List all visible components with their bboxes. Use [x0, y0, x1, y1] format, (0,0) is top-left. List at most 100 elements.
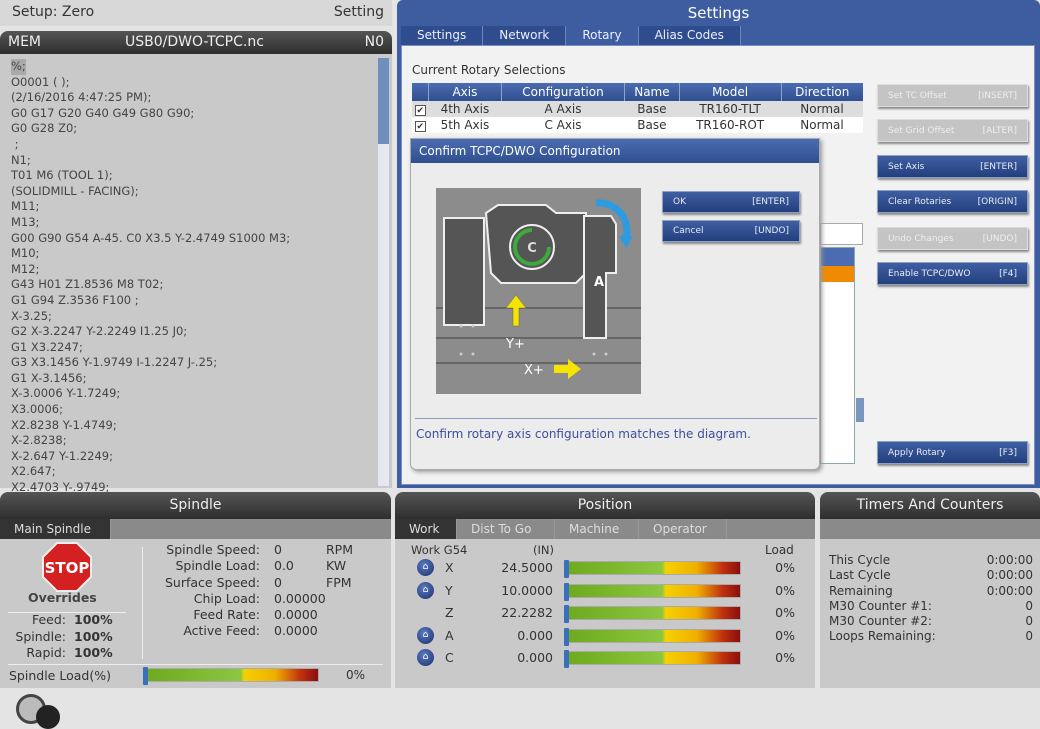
timer-value: 0 — [1025, 598, 1033, 613]
stat-label: Active Feed: — [183, 623, 260, 639]
tab-dist-to-go[interactable]: Dist To Go — [457, 519, 555, 539]
timer-label: This Cycle — [829, 553, 891, 567]
scrollbar-thumb[interactable] — [378, 58, 389, 144]
tab-machine[interactable]: Machine — [555, 519, 639, 539]
code-line[interactable]: G00 G90 G54 A-45. C0 X3.5 Y-2.4749 S1000… — [11, 231, 290, 247]
load-header: Load — [765, 543, 794, 557]
set-tc-offset-button[interactable]: Set TC Offset [INSERT] — [877, 84, 1028, 107]
axis-load: 0% — [775, 560, 795, 575]
stat-label: Feed Rate: — [193, 607, 260, 623]
cancel-label: Cancel — [673, 226, 704, 236]
axis-row: ⌂ X 24.5000 0% — [395, 558, 815, 578]
background-list[interactable] — [820, 247, 864, 464]
code-line[interactable]: N1; — [11, 153, 290, 169]
tab-settings[interactable]: Settings — [401, 26, 484, 45]
checkbox[interactable]: ✔ — [414, 105, 426, 116]
spindle-stat: Spindle Speed: 0 RPM — [150, 542, 353, 558]
code-line[interactable]: M10; — [11, 246, 290, 262]
stat-value: 0.0000 — [274, 623, 318, 639]
cancel-button[interactable]: Cancel [UNDO] — [662, 220, 800, 242]
axis-name: A — [445, 627, 454, 643]
code-line[interactable]: M13; — [11, 215, 290, 231]
position-panel: Position Work Dist To Go Machine Operator W… — [395, 492, 815, 688]
axis-load: 0% — [775, 650, 795, 665]
table-row[interactable]: ✔ 5th Axis C Axis Base TR160-ROT Normal — [412, 117, 863, 133]
tab-operator[interactable]: Operator — [639, 519, 727, 539]
stat-label: Chip Load: — [193, 590, 260, 606]
code-line[interactable]: (SOLIDMILL - FACING); — [11, 184, 290, 200]
apply-rotary-button[interactable]: Apply Rotary [F3] — [877, 441, 1028, 464]
code-line[interactable]: M11; — [11, 199, 290, 215]
table-cell: TR160-ROT — [696, 118, 765, 132]
code-line[interactable]: G0 G28 Z0; — [11, 121, 290, 137]
axis-load-bar — [564, 605, 741, 623]
ok-button[interactable]: OK [ENTER] — [662, 191, 800, 213]
axis-value: 22.2282 — [501, 605, 553, 620]
tab-main-spindle[interactable]: Main Spindle — [0, 519, 111, 539]
button-key: [INSERT] — [978, 90, 1017, 101]
timer-row: M30 Counter #2: 0 — [829, 614, 1033, 629]
stat-label: Spindle Load: — [175, 558, 260, 574]
code-line[interactable]: (2/16/2016 4:47:25 PM); — [11, 90, 290, 106]
code-line[interactable]: G2 X-3.2247 Y-2.2249 I1.25 J0; — [11, 324, 290, 340]
override-label: Spindle: — [15, 628, 66, 644]
override-label: Rapid: — [26, 645, 66, 660]
set-grid-offset-button[interactable]: Set Grid Offset [ALTER] — [877, 119, 1028, 142]
timer-label: M30 Counter #1: — [829, 598, 932, 613]
code-line[interactable]: G1 X3.2247; — [11, 340, 290, 356]
undo-changes-button[interactable]: Undo Changes [UNDO] — [877, 227, 1028, 250]
cancel-key: [UNDO] — [754, 226, 789, 236]
code-line[interactable]: X-3.0006 Y-1.7249; — [11, 386, 290, 402]
override-label: Feed: — [31, 612, 66, 627]
code-line[interactable]: G43 H01 Z1.8536 M8 T02; — [11, 277, 290, 293]
tab-alias-codes[interactable]: Alias Codes — [638, 26, 741, 45]
code-line[interactable]: G1 G94 Z.3536 F100 ; — [11, 293, 290, 309]
button-key: [F4] — [999, 268, 1017, 279]
spindle-stat: Surface Speed: 0 FPM — [150, 575, 353, 591]
timer-label: Last Cycle — [829, 568, 891, 583]
axis-load-bar — [564, 627, 741, 646]
stat-value: 0.00000 — [274, 590, 326, 606]
overrides-label: Overrides — [28, 590, 97, 605]
button-label: Set Axis — [888, 161, 925, 172]
spindle-stat: Spindle Load: 0.0 KW — [150, 558, 353, 574]
code-line[interactable]: T01 M6 (TOOL 1); — [11, 168, 290, 184]
tab-network[interactable]: Network — [483, 26, 567, 45]
home-icon[interactable]: ⌂ — [417, 626, 434, 644]
home-icon[interactable]: ⌂ — [417, 581, 434, 599]
code-line[interactable]: G0 G17 G20 G40 G49 G80 G90; — [11, 106, 290, 122]
code-line[interactable]: X-2.8238; — [11, 433, 290, 449]
code-line[interactable]: O0001 ( ); — [11, 75, 290, 91]
program-editor[interactable]: %; O0001 ( ); (2/16/2016 4:47:25 PM); G0 G1… — [0, 54, 392, 494]
timer-value: 0:00:00 — [986, 553, 1033, 567]
tab-work[interactable]: Work — [395, 519, 457, 539]
code-line[interactable]: X-3.25; — [11, 309, 290, 325]
clear-rotaries-button[interactable]: Clear Rotaries [ORIGIN] — [877, 190, 1028, 213]
code-line[interactable]: X2.647; — [11, 464, 290, 480]
check-column-header — [412, 83, 428, 101]
enable-tcpc-dwo-button[interactable]: Enable TCPC/DWO [F4] — [877, 262, 1028, 285]
code-line[interactable]: X-2.647 Y-1.2249; — [11, 449, 290, 465]
y-plus-label: Y+ — [505, 337, 525, 352]
axis-row: Z 22.2282 0% — [395, 603, 815, 623]
tab-rotary[interactable]: Rotary — [566, 26, 639, 45]
timer-row: Last Cycle 0:00:00 — [829, 568, 1033, 583]
code-line[interactable]: X3.0006; — [11, 402, 290, 418]
code-line[interactable]: %; — [11, 59, 26, 75]
stat-value: 0 — [274, 574, 282, 590]
code-line[interactable]: ; — [11, 137, 290, 153]
code-line[interactable]: M12; — [11, 262, 290, 278]
checkbox[interactable]: ✔ — [414, 121, 426, 132]
home-icon[interactable]: ⌂ — [417, 559, 434, 576]
axis-load-bar — [564, 560, 741, 578]
home-icon[interactable]: ⌂ — [417, 649, 434, 666]
code-line[interactable]: G1 X-3.1456; — [11, 371, 290, 387]
table-row[interactable]: ✔ 4th Axis A Axis Base TR160-TLT Normal — [412, 101, 863, 117]
code-line[interactable]: G3 X3.1456 Y-1.9749 I-1.2247 J-.25; — [11, 355, 290, 371]
scrollbar[interactable] — [378, 58, 389, 486]
code-line[interactable]: X2.8238 Y-1.4749; — [11, 418, 290, 434]
status-bar: Setup: Zero Setting — [0, 0, 392, 26]
axis-load-bar — [564, 650, 741, 668]
background-input[interactable] — [820, 223, 863, 245]
set-axis-button[interactable]: Set Axis [ENTER] — [877, 155, 1028, 178]
